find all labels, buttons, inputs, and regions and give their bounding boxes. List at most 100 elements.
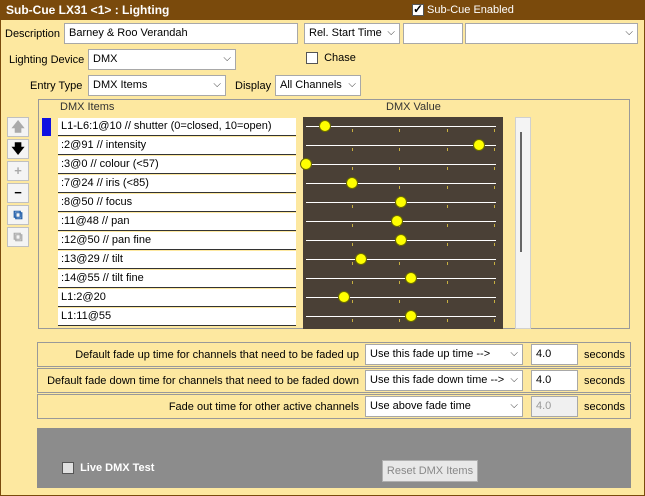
chevron-down-icon: ⌵ <box>223 53 231 64</box>
slider-tick <box>494 167 495 170</box>
description-field[interactable]: Barney & Roo Verandah <box>64 23 298 44</box>
plus-icon[interactable]: + <box>7 161 29 181</box>
dmx-slider-knob[interactable] <box>355 253 367 265</box>
dmx-item-row[interactable]: :2@91 // intensity <box>58 137 296 155</box>
display-select[interactable]: All Channels ⌵ <box>275 75 361 96</box>
sub-cue-enabled-checkbox[interactable] <box>412 2 424 17</box>
dmx-item-row[interactable]: :14@55 // tilt fine <box>58 270 296 288</box>
copy-icon[interactable]: ⧉ <box>7 205 29 225</box>
dmx-value-header: DMX Value <box>386 101 441 113</box>
chase-toggle[interactable]: Chase <box>306 52 356 65</box>
dmx-item-row[interactable]: L1:11@55 <box>58 308 296 326</box>
dmx-slider-track[interactable] <box>306 259 496 260</box>
dmx-slider-track[interactable] <box>306 126 496 127</box>
slider-tick <box>447 186 448 189</box>
arrow-up-icon[interactable]: 🡅 <box>7 117 29 137</box>
entry-type-value: DMX Items <box>93 79 148 91</box>
fade-down-select[interactable]: Use this fade down time --> ⌵ <box>365 370 523 391</box>
slider-tick <box>494 186 495 189</box>
reset-dmx-items-button[interactable]: Reset DMX Items <box>382 460 478 482</box>
dmx-slider-track[interactable] <box>306 297 496 298</box>
row-selector <box>42 118 51 136</box>
dmx-item-row[interactable]: :11@48 // pan <box>58 213 296 231</box>
display-label: Display <box>235 80 272 92</box>
dmx-slider-knob[interactable] <box>395 196 407 208</box>
dmx-item-row[interactable]: :13@29 // tilt <box>58 251 296 269</box>
paste-icon[interactable]: ⧉ <box>7 227 29 247</box>
dmx-slider-knob[interactable] <box>300 158 312 170</box>
minus-icon[interactable]: − <box>7 183 29 203</box>
lighting-device-select[interactable]: DMX ⌵ <box>88 49 236 70</box>
slider-tick <box>352 319 353 322</box>
fade-down-time-field[interactable]: 4.0 <box>531 370 578 391</box>
start-time-target-select[interactable]: ⌵ <box>465 23 638 44</box>
slider-tick <box>447 319 448 322</box>
fade-down-unit: seconds <box>584 375 625 387</box>
dmx-item-row[interactable]: :8@50 // focus <box>58 194 296 212</box>
slider-tick <box>352 262 353 265</box>
slider-tick <box>447 148 448 151</box>
dmx-slider-knob[interactable] <box>405 310 417 322</box>
slider-tick <box>494 262 495 265</box>
fade-out-label: Fade out time for other active channels <box>168 401 359 413</box>
slider-tick <box>494 205 495 208</box>
slider-tick <box>399 319 400 322</box>
live-dmx-test-label: Live DMX Test <box>80 462 155 475</box>
slider-tick <box>447 281 448 284</box>
fade-up-select[interactable]: Use this fade up time --> ⌵ <box>365 344 523 365</box>
dmx-slider-track[interactable] <box>306 183 496 184</box>
dmx-slider-track[interactable] <box>306 316 496 317</box>
dmx-item-row[interactable]: L1:2@20 <box>58 289 296 307</box>
fade-up-time-field[interactable]: 4.0 <box>531 344 578 365</box>
dmx-slider-track[interactable] <box>306 164 496 165</box>
dmx-item-row[interactable]: :12@50 // pan fine <box>58 232 296 250</box>
dmx-slider-knob[interactable] <box>473 139 485 151</box>
entry-type-select[interactable]: DMX Items ⌵ <box>88 75 226 96</box>
start-time-select[interactable]: Rel. Start Time ⌵ <box>304 23 400 44</box>
dmx-slider-knob[interactable] <box>391 215 403 227</box>
fade-out-select[interactable]: Use above fade time ⌵ <box>365 396 523 417</box>
live-dmx-test-checkbox[interactable] <box>62 462 74 475</box>
chevron-down-icon: ⌵ <box>387 27 395 38</box>
arrow-down-icon[interactable]: 🡇 <box>7 139 29 159</box>
chevron-down-icon: ⌵ <box>348 79 356 90</box>
fade-up-option: Use this fade up time --> <box>370 348 491 360</box>
slider-tick <box>352 129 353 132</box>
slider-tick <box>447 300 448 303</box>
dmx-slider-knob[interactable] <box>405 272 417 284</box>
sub-cue-enabled-label: Sub-Cue Enabled <box>427 4 514 17</box>
chevron-down-icon: ⌵ <box>625 27 633 38</box>
slider-tick <box>399 167 400 170</box>
scrollbar-thumb[interactable] <box>520 132 522 252</box>
dmx-slider-knob[interactable] <box>346 177 358 189</box>
window-title: Sub-Cue LX31 <1> : Lighting <box>6 3 170 17</box>
fade-out-time-field[interactable]: 4.0 <box>531 396 578 417</box>
title-bar: Sub-Cue LX31 <1> : Lighting Sub-Cue Enab… <box>1 1 644 20</box>
dmx-slider-knob[interactable] <box>395 234 407 246</box>
slider-tick <box>352 205 353 208</box>
start-time-value: Rel. Start Time <box>309 27 382 39</box>
dmx-slider-knob[interactable] <box>338 291 350 303</box>
grid-toolbar: 🡅 🡇 + − ⧉ ⧉ <box>7 117 31 257</box>
entry-type-label: Entry Type <box>30 80 83 92</box>
dmx-item-row[interactable]: :7@24 // iris (<85) <box>58 175 296 193</box>
description-label: Description <box>5 28 61 40</box>
slider-tick <box>447 205 448 208</box>
dmx-slider-track[interactable] <box>306 278 496 279</box>
chase-checkbox[interactable] <box>306 52 318 65</box>
dmx-item-row[interactable]: L1-L6:1@10 // shutter (0=closed, 10=open… <box>58 118 296 136</box>
dmx-slider-track[interactable] <box>306 145 496 146</box>
slider-tick <box>447 129 448 132</box>
dmx-item-row[interactable]: :3@0 // colour (<57) <box>58 156 296 174</box>
start-time-field[interactable] <box>403 23 463 44</box>
sub-cue-enabled-toggle[interactable]: Sub-Cue Enabled <box>412 2 514 17</box>
slider-tick <box>352 243 353 246</box>
live-dmx-test-toggle[interactable]: Live DMX Test <box>62 462 155 475</box>
slider-tick <box>399 281 400 284</box>
dmx-slider-knob[interactable] <box>319 120 331 132</box>
slider-tick <box>447 243 448 246</box>
grid-scrollbar[interactable] <box>515 117 531 329</box>
slider-tick <box>447 224 448 227</box>
chevron-down-icon: ⌵ <box>510 348 518 359</box>
chevron-down-icon: ⌵ <box>510 400 518 411</box>
